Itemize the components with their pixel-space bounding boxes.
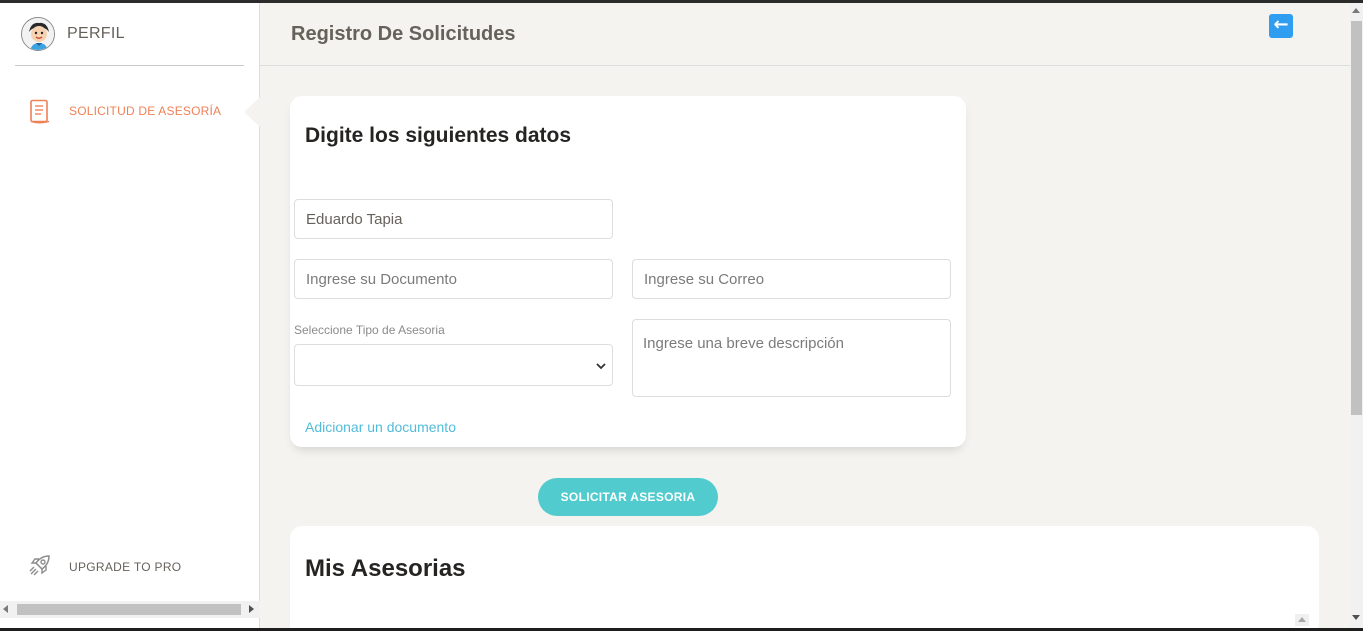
email-field[interactable] (632, 259, 951, 299)
description-field[interactable] (632, 319, 951, 397)
submit-request-button[interactable]: SOLICITAR ASESORIA (538, 478, 718, 516)
back-arrow-icon[interactable]: ← (1269, 14, 1293, 38)
horizontal-scrollbar[interactable] (0, 601, 260, 618)
rocket-icon (27, 552, 53, 578)
scroll-up-icon[interactable] (1295, 614, 1309, 626)
my-requests-card: Mis Asesorias (290, 526, 1319, 631)
scrollbar-thumb[interactable] (17, 604, 241, 615)
add-document-link[interactable]: Adicionar un documento (305, 419, 456, 435)
scroll-up-icon[interactable] (1352, 8, 1360, 13)
profile-label: PERFIL (67, 25, 125, 42)
upgrade-label: UPGRADE TO PRO (69, 560, 182, 574)
chevron-down-icon (595, 359, 607, 371)
name-field[interactable] (294, 199, 613, 239)
profile-header[interactable]: PERFIL (15, 3, 244, 66)
scroll-right-icon[interactable] (249, 605, 254, 613)
list-title: Mis Asesorias (305, 555, 466, 582)
page-title: Registro De Solicitudes (291, 23, 516, 45)
active-indicator (244, 97, 260, 127)
main-header: Registro De Solicitudes ← (260, 3, 1350, 66)
sidebar-item-solicitud[interactable]: SOLICITUD DE ASESORÍA (0, 95, 260, 129)
sidebar: PERFIL SOLICITUD DE ASESORÍA UPGRADE TO … (0, 3, 260, 628)
avatar (21, 17, 55, 51)
scroll-left-icon[interactable] (3, 605, 8, 613)
document-field[interactable] (294, 259, 613, 299)
sidebar-item-upgrade[interactable]: UPGRADE TO PRO (0, 548, 260, 582)
scroll-down-icon[interactable] (1352, 615, 1360, 620)
form-title: Digite los siguientes datos (305, 124, 572, 147)
type-select[interactable] (294, 344, 613, 386)
request-form-card: Digite los siguientes datos Seleccione T… (290, 96, 966, 447)
sidebar-item-label: SOLICITUD DE ASESORÍA (69, 104, 222, 118)
scrollbar-thumb[interactable] (1351, 21, 1362, 415)
vertical-scrollbar[interactable] (1350, 3, 1363, 628)
document-icon (28, 99, 52, 125)
type-label: Seleccione Tipo de Asesoria (294, 323, 445, 337)
